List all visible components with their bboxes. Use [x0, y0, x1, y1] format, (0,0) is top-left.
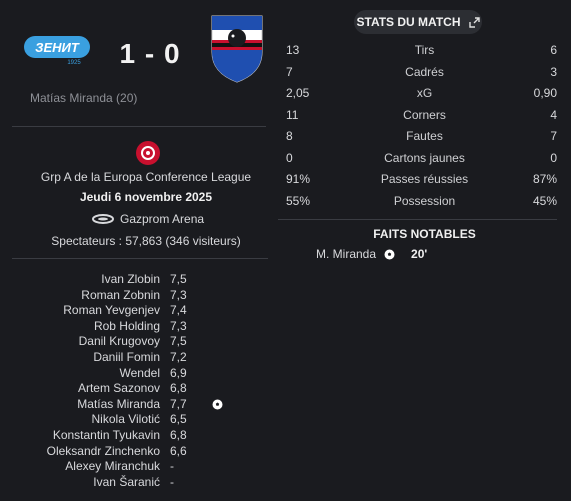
player-name[interactable]: Nikola Vilotić — [92, 412, 160, 428]
player-rating-row[interactable]: Ivan Zlobin 7,5 — [0, 272, 278, 288]
player-name[interactable]: Daniil Fomin — [93, 350, 160, 366]
player-rating: 6,8 — [170, 381, 187, 396]
player-name[interactable]: Wendel — [120, 366, 160, 382]
player-name[interactable]: Artem Sazonov — [78, 381, 160, 397]
player-rating-row[interactable]: Danil Krugovoy 7,5 — [0, 334, 278, 350]
player-rating: 6,6 — [170, 443, 187, 458]
match-stats-button[interactable]: STATS DU MATCH — [354, 10, 482, 34]
competition-name: Grp A de la Europa Conference League — [40, 170, 252, 184]
stat-away: 4 — [550, 107, 557, 122]
expand-icon — [468, 16, 480, 28]
divider — [12, 258, 268, 259]
zenit-logo[interactable]: ЗЕНИТ 1925 — [22, 32, 92, 66]
player-name[interactable]: Oleksandr Zinchenko — [47, 444, 160, 460]
player-rating-row[interactable]: Ivan Šaranić - — [0, 475, 278, 491]
player-rating-row[interactable]: Roman Zobnin 7,3 — [0, 288, 278, 304]
player-rating: 7,5 — [170, 272, 187, 286]
player-rating-row[interactable]: Wendel 6,9 — [0, 366, 278, 382]
stat-row: 11 Corners 4 — [278, 105, 571, 127]
player-rating: - — [170, 459, 174, 474]
player-rating-row[interactable]: Rob Holding 7,3 — [0, 319, 278, 335]
stat-label: Possession — [393, 193, 456, 208]
home-scorer: Matías Miranda (20) — [30, 91, 138, 105]
divider — [12, 126, 266, 127]
player-name[interactable]: Rob Holding — [94, 319, 160, 335]
notable-minute: 20' — [411, 247, 428, 261]
venue: Gazprom Arena — [92, 212, 204, 226]
stat-label: Tirs — [414, 43, 435, 57]
match-summary-panel: ЗЕНИТ 1925 1 - 0 Matías Miranda (20) Grp… — [0, 0, 278, 501]
stat-away: 6 — [550, 43, 557, 57]
player-name[interactable]: Roman Zobnin — [81, 288, 160, 304]
stat-away: 3 — [550, 64, 557, 79]
uefa-competition-icon — [136, 141, 160, 165]
stat-row: 13 Tirs 6 — [278, 40, 571, 62]
zenit-logo-year: 1925 — [67, 60, 81, 66]
player-rating: 7,7 — [170, 396, 187, 411]
stat-label: Cartons jaunes — [384, 150, 465, 165]
player-name[interactable]: Matías Miranda — [77, 397, 160, 413]
player-rating: 7,4 — [170, 303, 187, 318]
match-stats-panel: STATS DU MATCH 13 Tirs 6 7 Cadrés 3 2,05 xG 0,90… — [278, 0, 571, 501]
stat-label: Fautes — [406, 129, 443, 143]
player-rating: 6,5 — [170, 412, 187, 427]
stat-row: 2,05 xG 0,90 — [278, 83, 571, 105]
zenit-logo-text: ЗЕНИТ — [35, 40, 80, 55]
stats-table: 13 Tirs 6 7 Cadrés 3 2,05 xG 0,90 11 Corners 4 8 Faut… — [278, 40, 571, 212]
divider — [278, 219, 557, 220]
player-rating-row[interactable]: Roman Yevgenjev 7,4 — [0, 303, 278, 319]
stat-away: 87% — [532, 172, 557, 186]
stat-away: 0,90 — [533, 86, 557, 100]
player-rating: - — [170, 474, 174, 489]
attendance: Spectateurs : 57,863 (346 visiteurs) — [51, 234, 241, 248]
match-score: 1 - 0 — [119, 38, 181, 69]
player-name[interactable]: Roman Yevgenjev — [63, 303, 160, 319]
player-rating-row[interactable]: Artem Sazonov 6,8 — [0, 381, 278, 397]
player-rating: 6,9 — [170, 365, 187, 380]
stat-label: Corners — [403, 107, 446, 122]
player-rating-row[interactable]: Alexey Miranchuk - — [0, 459, 278, 475]
stadium-icon — [92, 214, 114, 224]
stat-away: 0 — [550, 150, 557, 165]
stat-away: 45% — [532, 193, 557, 208]
notable-event: M. Miranda 20' — [316, 247, 427, 261]
stats-title: STATS DU MATCH — [356, 15, 461, 29]
stat-away: 7 — [550, 129, 557, 143]
player-ratings-list: Ivan Zlobin 7,5 Roman Zobnin 7,3 Roman Yevge… — [0, 272, 278, 490]
player-rating: 7,3 — [170, 287, 187, 302]
match-date: Jeudi 6 novembre 2025 — [79, 190, 213, 204]
stat-row: 0 Cartons jaunes 0 — [278, 148, 571, 170]
player-name[interactable]: Ivan Šaranić — [93, 475, 160, 491]
player-rating: 7,3 — [170, 318, 187, 333]
player-rating-row[interactable]: Matías Miranda 7,7 — [0, 397, 278, 413]
venue-name: Gazprom Arena — [120, 212, 205, 226]
notable-events-title: FAITS NOTABLES — [373, 227, 476, 241]
stat-label: xG — [416, 86, 433, 100]
player-rating: 6,8 — [170, 427, 187, 442]
player-name[interactable]: Alexey Miranchuk — [65, 459, 160, 475]
player-rating-row[interactable]: Daniil Fomin 7,2 — [0, 350, 278, 366]
player-rating-row[interactable]: Oleksandr Zinchenko 6,6 — [0, 444, 278, 460]
player-rating-row[interactable]: Konstantin Tyukavin 6,8 — [0, 428, 278, 444]
player-name[interactable]: Danil Krugovoy — [79, 334, 160, 350]
football-icon — [212, 399, 223, 410]
player-name[interactable]: Konstantin Tyukavin — [53, 428, 160, 444]
stat-row: 55% Possession 45% — [278, 191, 571, 213]
stat-row: 91% Passes réussies 87% — [278, 169, 571, 191]
stat-label: Cadrés — [405, 64, 444, 79]
football-icon — [384, 249, 395, 259]
stat-row: 7 Cadrés 3 — [278, 62, 571, 84]
stat-label: Passes réussies — [380, 172, 469, 186]
player-rating: 7,5 — [170, 334, 187, 349]
player-name[interactable]: Ivan Zlobin — [101, 272, 160, 288]
sampdoria-logo[interactable] — [208, 12, 266, 84]
player-rating: 7,2 — [170, 349, 187, 364]
player-rating-row[interactable]: Nikola Vilotić 6,5 — [0, 412, 278, 428]
notable-player[interactable]: M. Miranda — [316, 247, 376, 261]
score-header: ЗЕНИТ 1925 1 - 0 — [0, 8, 278, 88]
stat-row: 8 Fautes 7 — [278, 126, 571, 148]
